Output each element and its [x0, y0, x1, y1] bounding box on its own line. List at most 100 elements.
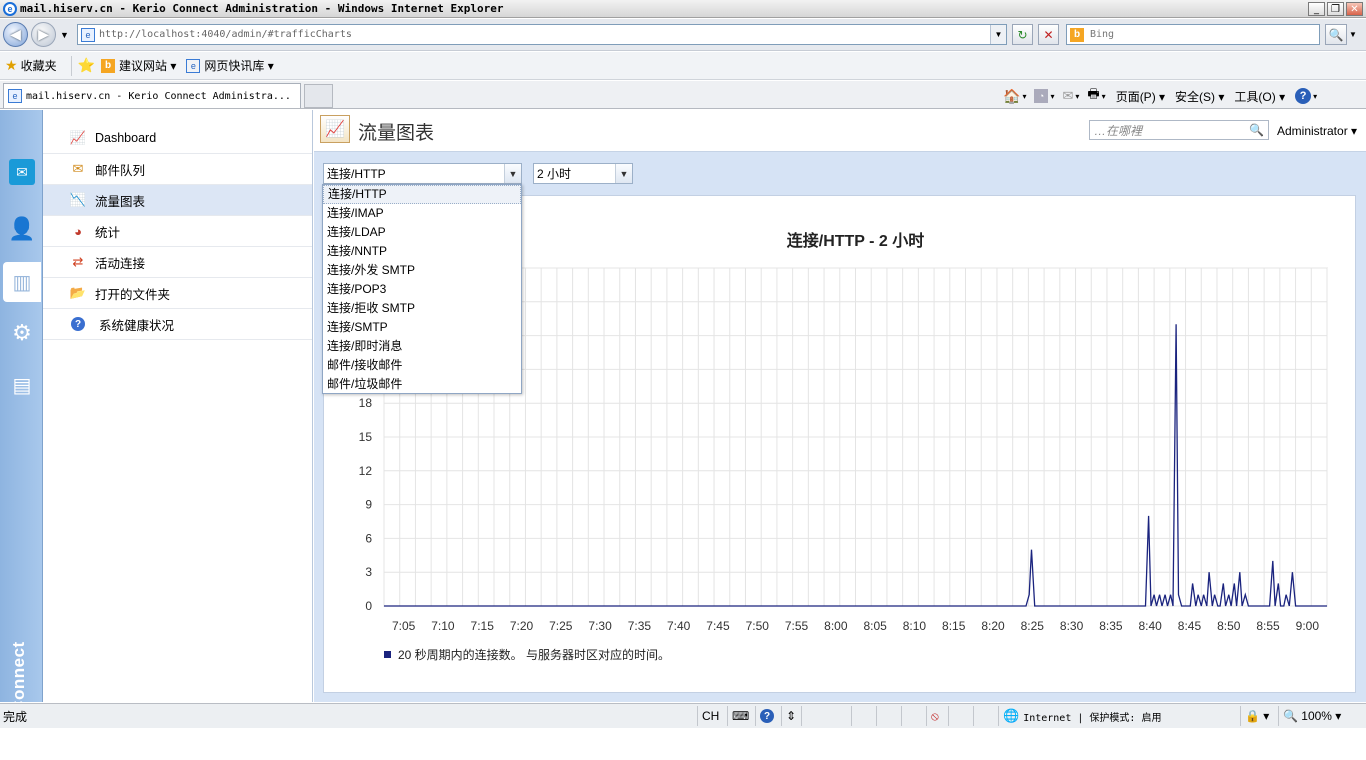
mail-dropdown-icon[interactable]: ▾: [1075, 92, 1079, 101]
chart-type-select[interactable]: 连接/HTTP ▼: [323, 163, 522, 184]
url-text[interactable]: http://localhost:4040/admin/#trafficChar…: [99, 29, 352, 40]
x-tick-label: 7:10: [431, 619, 455, 633]
dropdown-option[interactable]: 连接/POP3: [323, 280, 521, 299]
search-go-icon[interactable]: 🔍: [1325, 24, 1347, 45]
x-tick-label: 8:45: [1178, 619, 1202, 633]
home-dropdown-icon[interactable]: ▾: [1022, 92, 1026, 101]
search-options-icon[interactable]: ▼: [1349, 30, 1357, 39]
nav-item-system-health[interactable]: ? 系统健康状况: [43, 309, 312, 340]
dropdown-option[interactable]: 连接/外发 SMTP: [323, 261, 521, 280]
status-section-icon[interactable]: ▥: [9, 269, 35, 295]
ime-options-icon[interactable]: ⇕: [781, 706, 801, 726]
favorites-bar: ★ 收藏夹 ⭐ b 建议网站 ▾ e 网页快讯库 ▾: [0, 52, 1366, 80]
web-slice-gallery-link[interactable]: 网页快讯库 ▾: [204, 57, 273, 74]
x-tick-label: 8:50: [1217, 619, 1241, 633]
quick-search-placeholder: …在哪裡: [1094, 123, 1143, 138]
browser-tab[interactable]: e mail.hiserv.cn - Kerio Connect Adminis…: [3, 83, 301, 108]
window-title-bar: e mail.hiserv.cn - Kerio Connect Adminis…: [0, 0, 1366, 18]
nav-item-label: 流量图表: [95, 194, 146, 209]
logs-section-icon[interactable]: ▤: [9, 372, 35, 398]
history-dropdown-icon[interactable]: ▼: [60, 30, 69, 40]
safety-menu[interactable]: 安全(S) ▾: [1175, 88, 1224, 105]
x-tick-label: 8:15: [942, 619, 966, 633]
nav-item-active-connections[interactable]: ⇄ 活动连接: [43, 247, 312, 278]
protected-mode-icon[interactable]: 🔒 ▾: [1240, 706, 1278, 726]
kerio-connect-logo: KerioConnect: [9, 641, 28, 759]
mail-section-icon[interactable]: ✉: [9, 159, 35, 185]
feeds-icon[interactable]: ◔: [1034, 89, 1049, 103]
restore-icon[interactable]: ❐: [1327, 2, 1344, 16]
address-bar[interactable]: e http://localhost:4040/admin/#trafficCh…: [77, 24, 1007, 45]
ime-help-icon[interactable]: ?: [755, 706, 781, 726]
y-tick-label: 12: [359, 464, 373, 478]
x-tick-label: 7:35: [628, 619, 652, 633]
ie-logo-icon: e: [3, 1, 17, 16]
address-dropdown-icon[interactable]: ▼: [990, 25, 1006, 44]
language-indicator[interactable]: CH: [697, 706, 727, 726]
chevron-down-icon[interactable]: ▼: [504, 164, 521, 183]
web-slice-icon: e: [186, 58, 201, 73]
print-dropdown-icon[interactable]: ▾: [1102, 92, 1106, 101]
page-header: 📈 流量图表 …在哪裡 🔍 Administrator ▾: [314, 110, 1366, 152]
dropdown-option[interactable]: 连接/HTTP: [323, 185, 521, 204]
dropdown-option[interactable]: 连接/拒收 SMTP: [323, 299, 521, 318]
help-dropdown-icon[interactable]: ▾: [1313, 92, 1317, 101]
settings-section-icon[interactable]: ⚙: [9, 320, 35, 346]
search-placeholder: Bing: [1090, 29, 1115, 40]
nav-item-open-folders[interactable]: 📂 打开的文件夹: [43, 278, 312, 309]
users-section-icon[interactable]: 👤: [8, 216, 35, 242]
nav-item-label: 统计: [95, 225, 121, 240]
quick-search-input[interactable]: …在哪裡 🔍: [1089, 120, 1269, 140]
tab-favicon-icon: e: [8, 89, 22, 103]
back-button[interactable]: ◀: [3, 22, 28, 47]
favorites-button[interactable]: 收藏夹: [21, 57, 57, 74]
security-zone[interactable]: 🌐 Internet | 保护模式: 启用: [998, 706, 1238, 726]
new-tab-button[interactable]: [304, 84, 333, 108]
dropdown-option[interactable]: 连接/即时消息: [323, 337, 521, 356]
feeds-dropdown-icon[interactable]: ▾: [1050, 92, 1054, 101]
search-icon[interactable]: 🔍: [1249, 123, 1264, 137]
x-tick-label: 7:45: [706, 619, 730, 633]
y-tick-label: 18: [359, 396, 373, 410]
page-menu[interactable]: 页面(P) ▾: [1116, 88, 1165, 105]
mail-icon[interactable]: ✉: [1062, 88, 1073, 104]
nav-item-traffic-charts[interactable]: 📉 流量图表: [43, 185, 312, 216]
tools-menu[interactable]: 工具(O) ▾: [1234, 88, 1285, 105]
x-tick-label: 7:55: [785, 619, 809, 633]
dropdown-option[interactable]: 连接/NNTP: [323, 242, 521, 261]
legend-label: 20 秒周期内的连接数。 与服务器时区对应的时间。: [398, 647, 670, 662]
health-icon: ?: [71, 317, 85, 331]
zoom-control[interactable]: 🔍 100% ▾: [1278, 706, 1366, 726]
print-icon[interactable]: 🖶: [1087, 85, 1099, 107]
x-tick-label: 8:40: [1139, 619, 1163, 633]
dropdown-option[interactable]: 连接/LDAP: [323, 223, 521, 242]
dropdown-option[interactable]: 邮件/垃圾邮件: [323, 375, 521, 394]
close-window-icon[interactable]: ✕: [1346, 2, 1363, 16]
x-tick-label: 9:00: [1296, 619, 1320, 633]
dropdown-option[interactable]: 连接/IMAP: [323, 204, 521, 223]
dropdown-option[interactable]: 连接/SMTP: [323, 318, 521, 337]
suggested-sites-link[interactable]: 建议网站 ▾: [119, 57, 176, 74]
nav-item-label: 邮件队列: [95, 163, 146, 178]
nav-item-dashboard[interactable]: 📈 Dashboard: [43, 123, 312, 154]
home-icon[interactable]: 🏠: [1003, 88, 1020, 105]
traffic-chart-icon: 📉: [69, 192, 87, 207]
refresh-icon[interactable]: ↻: [1012, 24, 1033, 45]
help-icon[interactable]: ?: [1295, 88, 1312, 104]
chevron-down-icon[interactable]: ▼: [615, 164, 632, 183]
popup-blocker-icon[interactable]: ⦸: [926, 706, 948, 726]
keyboard-icon[interactable]: ⌨: [727, 706, 755, 726]
add-favorite-icon[interactable]: ⭐: [78, 57, 95, 74]
dropdown-option[interactable]: 邮件/接收邮件: [323, 356, 521, 375]
stop-icon[interactable]: ✕: [1038, 24, 1059, 45]
x-tick-label: 7:05: [392, 619, 416, 633]
period-select[interactable]: 2 小时 ▼: [533, 163, 633, 184]
window-title: mail.hiserv.cn - Kerio Connect Administr…: [20, 2, 504, 15]
forward-button[interactable]: ▶: [31, 22, 56, 47]
user-menu[interactable]: Administrator ▾: [1277, 124, 1357, 138]
nav-item-mail-queue[interactable]: ✉ 邮件队列: [43, 154, 312, 185]
search-box[interactable]: b Bing: [1066, 24, 1320, 45]
chart-type-dropdown-list[interactable]: 连接/HTTP 连接/IMAP 连接/LDAP 连接/NNTP 连接/外发 SMTP 连接…: [322, 184, 522, 394]
nav-item-statistics[interactable]: ◕ 统计: [43, 216, 312, 247]
minimize-icon[interactable]: _: [1308, 2, 1325, 16]
